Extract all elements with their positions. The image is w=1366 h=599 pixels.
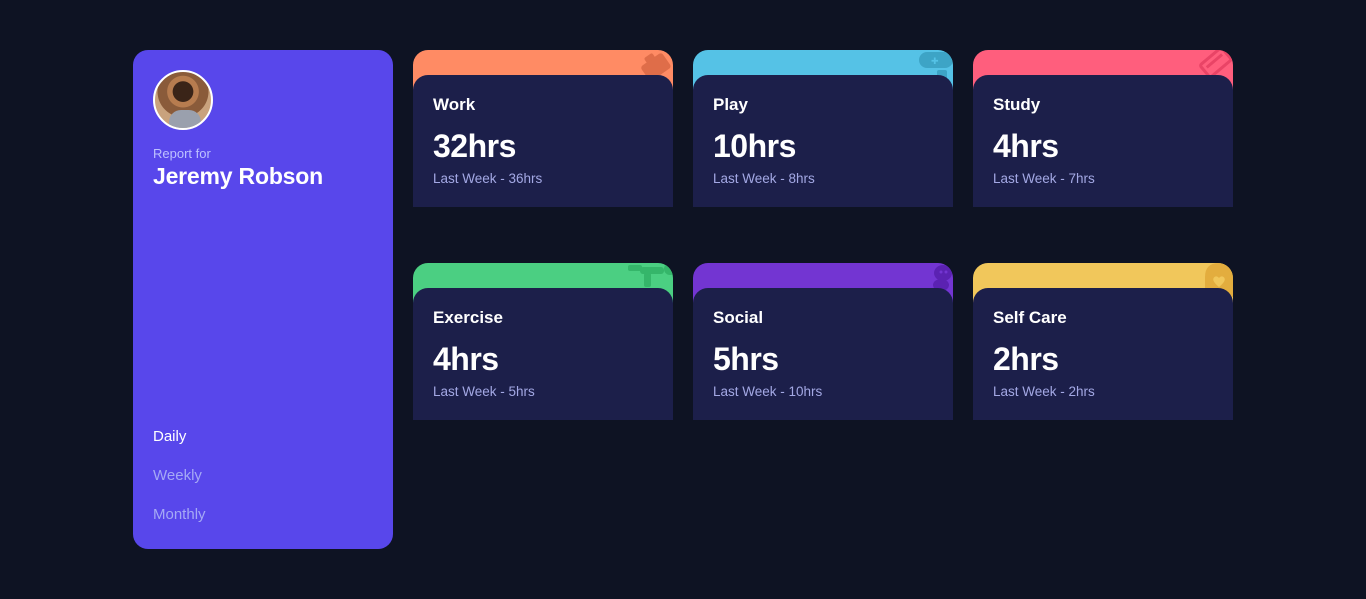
activity-previous: Last Week - 5hrs [433, 384, 535, 399]
activity-hours: 4hrs [993, 128, 1059, 164]
activity-hours: 2hrs [993, 341, 1059, 377]
activity-card-social: Social 5hrs Last Week - 10hrs [693, 263, 953, 420]
activity-previous: Last Week - 36hrs [433, 171, 543, 186]
activity-hours: 5hrs [713, 341, 779, 377]
profile-card: Report for Jeremy Robson Daily Weekly Mo… [133, 50, 393, 549]
activity-card-body: Work 32hrs Last Week - 36hrs [413, 75, 673, 207]
activity-hours: 32hrs [433, 128, 516, 164]
time-tracking-dashboard: Report for Jeremy Robson Daily Weekly Mo… [133, 50, 1233, 549]
activity-hours: 10hrs [713, 128, 796, 164]
activity-card-body: Social 5hrs Last Week - 10hrs [693, 288, 953, 420]
activity-card-play: ✚ Play 10hrs Last Week - 8hrs [693, 50, 953, 207]
activity-card-exercise: Exercise 4hrs Last Week - 5hrs [413, 263, 673, 420]
report-for-label: Report for [153, 146, 211, 161]
activity-previous: Last Week - 7hrs [993, 171, 1095, 186]
activity-card-body: Exercise 4hrs Last Week - 5hrs [413, 288, 673, 420]
user-name: Jeremy Robson [153, 163, 323, 189]
activity-previous: Last Week - 2hrs [993, 384, 1095, 399]
svg-text:✚: ✚ [931, 57, 939, 67]
activity-card-body: Study 4hrs Last Week - 7hrs [973, 75, 1233, 207]
activity-title: Study [993, 95, 1041, 114]
activity-card-study: Study 4hrs Last Week - 7hrs [973, 50, 1233, 207]
activity-card-body: Play 10hrs Last Week - 8hrs [693, 75, 953, 207]
period-monthly-tab[interactable]: Monthly [153, 506, 206, 523]
activity-card-work: Work 32hrs Last Week - 36hrs [413, 50, 673, 207]
activity-title: Social [713, 308, 764, 327]
activity-title: Self Care [993, 308, 1067, 327]
period-weekly-tab[interactable]: Weekly [153, 467, 202, 484]
avatar [153, 70, 213, 130]
activity-hours: 4hrs [433, 341, 499, 377]
activity-card-self-care: Self Care 2hrs Last Week - 2hrs [973, 263, 1233, 420]
activity-title: Exercise [433, 308, 503, 327]
activity-title: Work [433, 95, 476, 114]
activity-previous: Last Week - 10hrs [713, 384, 823, 399]
activity-previous: Last Week - 8hrs [713, 171, 815, 186]
avatar-body [169, 110, 201, 128]
activity-card-body: Self Care 2hrs Last Week - 2hrs [973, 288, 1233, 420]
activity-title: Play [713, 95, 748, 114]
period-daily-tab[interactable]: Daily [153, 428, 186, 445]
